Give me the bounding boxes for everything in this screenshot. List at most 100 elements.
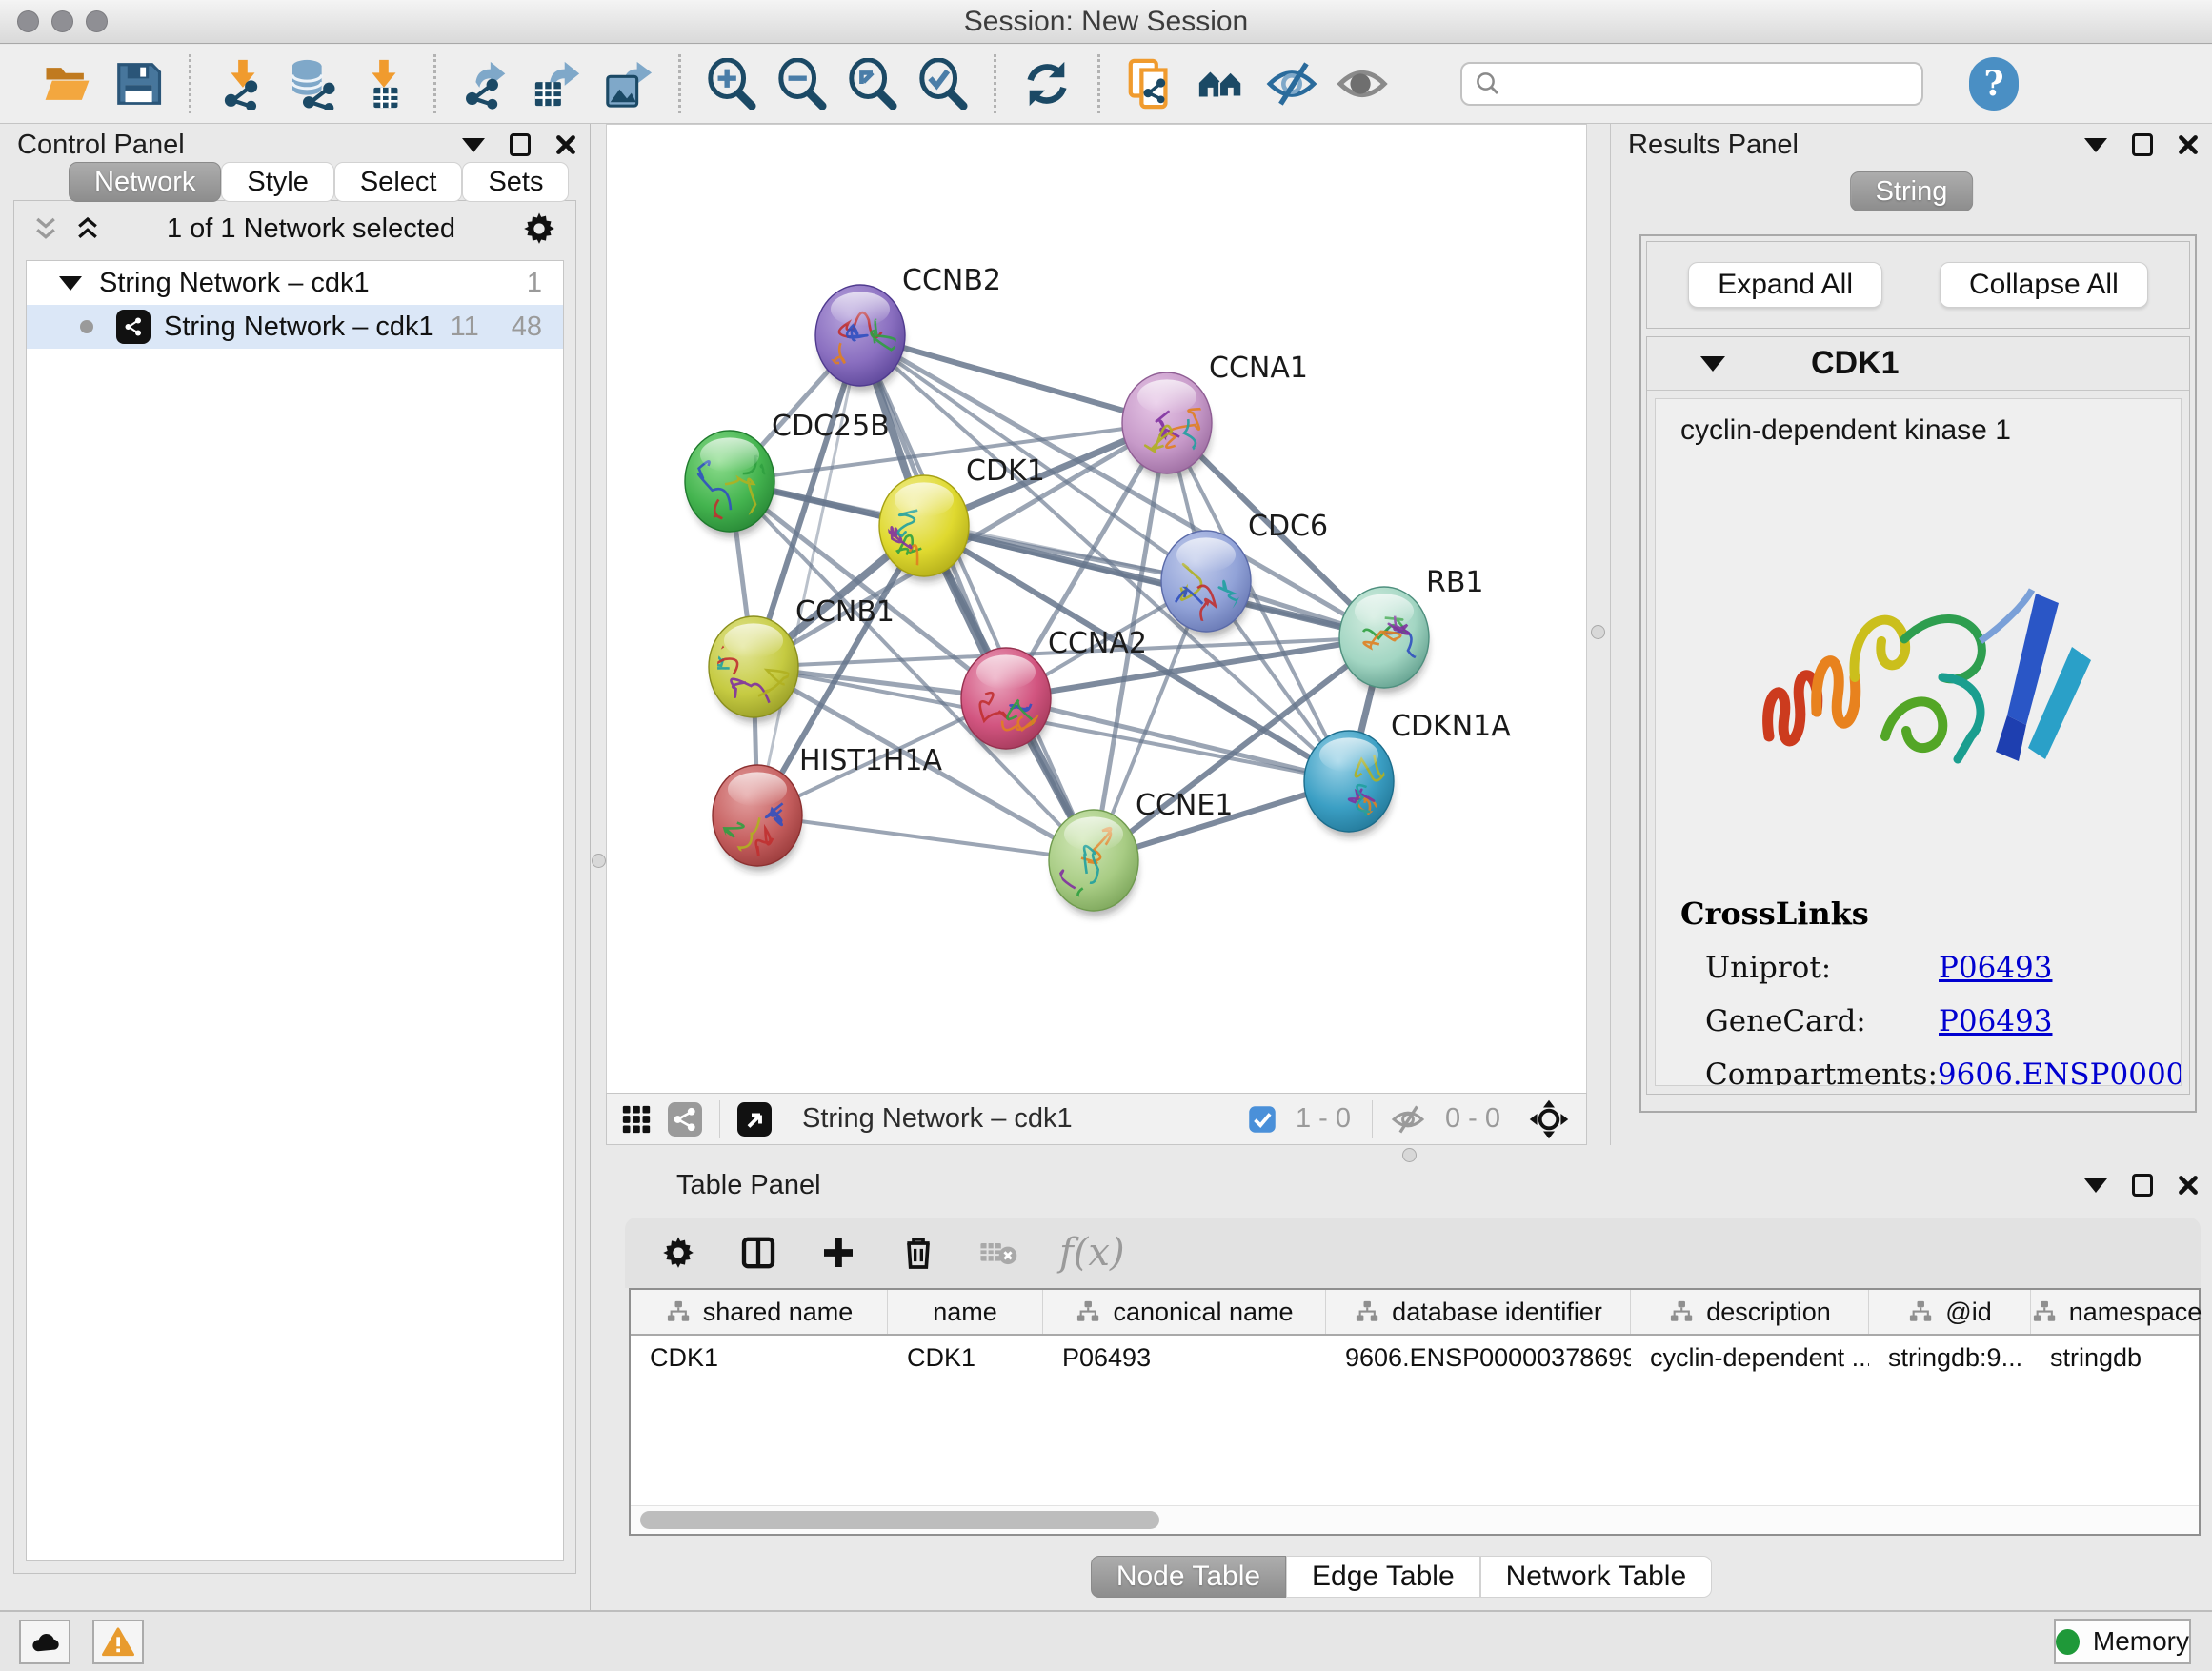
network-node-CCNB1[interactable]	[703, 616, 798, 723]
status-bar: Memory	[0, 1610, 2212, 1671]
save-session-button[interactable]	[103, 53, 173, 114]
tab-sets[interactable]: Sets	[462, 162, 569, 202]
panel-collapse-icon[interactable]	[2084, 1178, 2107, 1193]
hidden-toggle[interactable]	[1390, 1101, 1426, 1137]
expand-all-icon[interactable]	[73, 214, 102, 243]
show-columns-button[interactable]	[739, 1234, 777, 1272]
cloud-status-button[interactable]	[19, 1620, 70, 1664]
expand-all-button[interactable]: Expand All	[1688, 262, 1882, 308]
column-header-description[interactable]: description	[1631, 1290, 1869, 1334]
panel-collapse-icon[interactable]	[462, 138, 485, 152]
network-view-button[interactable]	[668, 1102, 702, 1137]
right-splitter-handle[interactable]	[1591, 625, 1605, 639]
cell-namespace[interactable]: stringdb	[2031, 1336, 2202, 1379]
grid-view-button[interactable]	[620, 1103, 653, 1136]
cell-canonical-name[interactable]: P06493	[1043, 1336, 1326, 1379]
gene-section-header[interactable]: CDK1	[1647, 337, 2189, 391]
memory-button[interactable]: Memory	[2054, 1619, 2191, 1664]
network-canvas[interactable]: CCNB2CCNA1CDC25BCDK1CDC6RB1CCNB1CCNA2CDK…	[606, 124, 1587, 1093]
column-header--id[interactable]: @id	[1869, 1290, 2031, 1334]
network-edge[interactable]	[860, 335, 1094, 860]
tree-expand-icon[interactable]	[59, 276, 82, 291]
zoom-out-button[interactable]	[767, 53, 837, 114]
delete-column-button[interactable]	[899, 1234, 937, 1272]
selected-nodes-checkbox[interactable]	[1248, 1105, 1277, 1134]
apply-layout-button[interactable]	[1012, 53, 1082, 114]
network-node-RB1[interactable]	[1339, 587, 1429, 694]
import-network-file-button[interactable]	[207, 53, 277, 114]
network-node-CDC25B[interactable]	[685, 431, 776, 550]
warning-status-button[interactable]	[92, 1620, 144, 1664]
network-from-clipboard-button[interactable]	[1116, 53, 1186, 114]
network-node-CCNB2[interactable]	[815, 285, 905, 392]
export-table-button[interactable]	[522, 53, 593, 114]
import-table-file-button[interactable]	[348, 53, 418, 114]
network-node-CDK1[interactable]	[879, 475, 969, 582]
add-column-button[interactable]	[819, 1234, 857, 1272]
cell-description[interactable]: cyclin-dependent ...	[1631, 1336, 1869, 1379]
search-input[interactable]	[1502, 65, 1921, 103]
birdseye-toggle[interactable]	[1529, 1099, 1569, 1139]
left-splitter-handle[interactable]	[592, 854, 606, 868]
compartments-link[interactable]: 9606.ENSP00000378699	[1938, 1057, 2182, 1086]
tab-network[interactable]: Network	[69, 162, 221, 202]
export-network-button[interactable]	[452, 53, 522, 114]
tab-edge-table[interactable]: Edge Table	[1286, 1556, 1480, 1598]
genecard-link[interactable]: P06493	[1939, 1004, 2052, 1038]
collapse-all-button[interactable]: Collapse All	[1940, 262, 2148, 308]
import-network-database-button[interactable]	[277, 53, 348, 114]
table-hscrollbar[interactable]	[631, 1505, 2199, 1534]
uniprot-link[interactable]: P06493	[1939, 951, 2052, 985]
open-session-button[interactable]	[32, 53, 103, 114]
column-header-database-identifier[interactable]: database identifier	[1326, 1290, 1631, 1334]
panel-float-icon[interactable]	[2132, 1174, 2153, 1197]
cell-database-identifier[interactable]: 9606.ENSP00000378699	[1326, 1336, 1631, 1379]
column-header-namespace[interactable]: namespace	[2031, 1290, 2202, 1334]
hide-selected-button[interactable]	[1257, 53, 1327, 114]
tab-style[interactable]: Style	[221, 162, 333, 202]
table-row[interactable]: CDK1CDK1P064939606.ENSP00000378699cyclin…	[631, 1336, 2199, 1379]
export-image-button[interactable]	[593, 53, 663, 114]
panel-close-icon[interactable]	[2178, 1175, 2199, 1196]
horizontal-splitter-handle[interactable]	[1402, 1148, 1417, 1162]
network-node-CDKN1A[interactable]	[1304, 731, 1394, 842]
detach-view-button[interactable]	[737, 1102, 772, 1137]
network-collection-row[interactable]: String Network – cdk1 1	[27, 261, 563, 305]
cell--id[interactable]: stringdb:9...	[1869, 1336, 2031, 1379]
search-field[interactable]	[1460, 62, 1923, 106]
delete-table-icon	[979, 1234, 1017, 1272]
zoom-fit-button[interactable]	[837, 53, 908, 114]
cell-name[interactable]: CDK1	[888, 1336, 1043, 1379]
first-neighbors-button[interactable]	[1186, 53, 1257, 114]
network-options-button[interactable]	[520, 210, 558, 248]
show-all-button[interactable]	[1327, 53, 1398, 114]
results-panel-title: Results Panel	[1628, 130, 1799, 161]
tab-string[interactable]: String	[1850, 171, 1974, 211]
gene-collapse-icon[interactable]	[1700, 356, 1725, 372]
panel-close-icon[interactable]	[2178, 134, 2199, 155]
panel-float-icon[interactable]	[2132, 133, 2153, 156]
window-title: Session: New Session	[0, 0, 2212, 44]
collapse-all-icon[interactable]	[31, 214, 60, 243]
tab-network-table[interactable]: Network Table	[1480, 1556, 1713, 1598]
panel-close-icon[interactable]	[555, 134, 576, 155]
network-node-HIST1H1A[interactable]	[713, 765, 802, 872]
column-header-shared-name[interactable]: shared name	[631, 1290, 888, 1334]
panel-float-icon[interactable]	[510, 133, 531, 156]
cell-shared-name[interactable]: CDK1	[631, 1336, 888, 1379]
toolbar-separator	[1097, 54, 1100, 113]
export-network-icon	[461, 58, 513, 110]
network-row[interactable]: String Network – cdk1 11 48	[27, 305, 563, 349]
network-node-CCNE1[interactable]	[1049, 810, 1138, 932]
hscrollbar-thumb[interactable]	[640, 1511, 1159, 1529]
help-button[interactable]: ?	[1969, 57, 2019, 111]
network-edge[interactable]	[757, 815, 1094, 860]
tab-select[interactable]: Select	[334, 162, 463, 202]
panel-collapse-icon[interactable]	[2084, 138, 2107, 152]
zoom-selected-button[interactable]	[908, 53, 978, 114]
column-header-name[interactable]: name	[888, 1290, 1043, 1334]
zoom-in-button[interactable]	[696, 53, 767, 114]
table-options-button[interactable]	[659, 1234, 697, 1272]
column-header-canonical-name[interactable]: canonical name	[1043, 1290, 1326, 1334]
tab-node-table[interactable]: Node Table	[1091, 1556, 1286, 1598]
